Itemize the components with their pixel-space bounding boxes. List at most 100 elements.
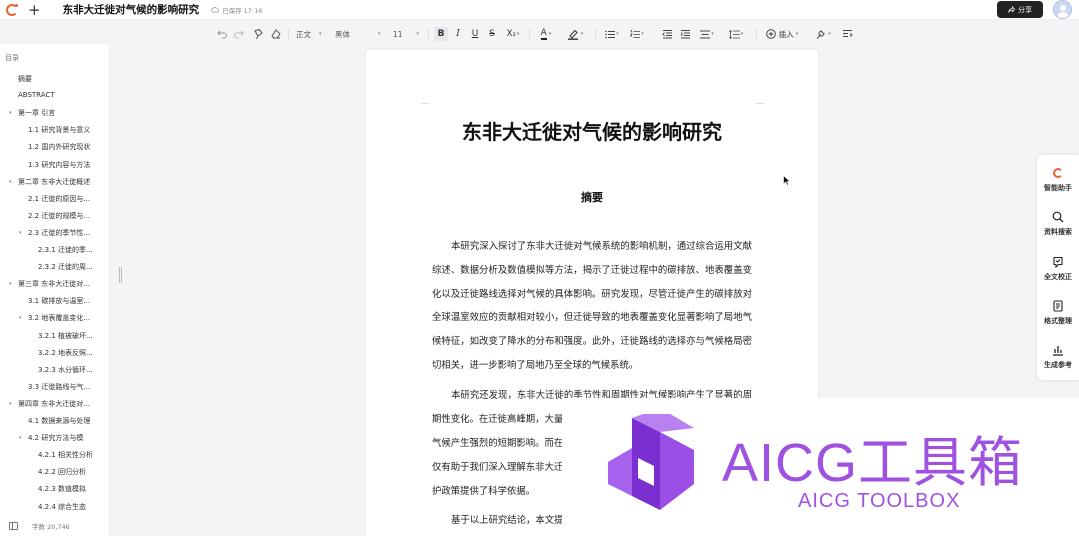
toc-item[interactable]: 第三章 东非大迁徙对... <box>18 279 90 289</box>
toc-item-label: 3.1 碳排放与温室... <box>28 297 91 306</box>
italic-icon[interactable]: I <box>452 27 464 41</box>
abstract-paragraph-1[interactable]: 本研究深入探讨了东非大迁徙对气候系统的影响机制，通过综合运用文献综述、数据分析及… <box>432 235 752 378</box>
toc-item[interactable]: 4.2.2 回归分析 <box>38 467 86 477</box>
font-color-icon[interactable]: A ▾ <box>536 27 556 41</box>
document-title[interactable]: 东非大迁徙对气候的影响研究 <box>63 2 200 17</box>
app-logo-icon[interactable] <box>6 3 18 16</box>
toc-item[interactable]: 3.2.2 地表反照... <box>38 348 93 358</box>
toc-item[interactable]: 1.3 研究内容与方法 <box>28 160 90 170</box>
toc-heading: 目录 <box>5 54 19 62</box>
toc-collapse-icon[interactable]: ▾ <box>19 435 22 441</box>
rail-item-label: 全文校正 <box>1044 273 1072 281</box>
sidebar-toggle-icon[interactable] <box>9 522 18 530</box>
toc-item[interactable]: 第四章 东非大迁徙对... <box>18 399 90 409</box>
toc-item-label: 3.3 迁徙路线与气... <box>28 382 91 391</box>
toc-collapse-icon[interactable]: ▾ <box>9 110 12 116</box>
rail-item-label: 智能助手 <box>1044 184 1072 192</box>
toc-item[interactable]: 3.2 地表覆盖变化... <box>28 313 90 323</box>
document-heading[interactable]: 东非大迁徙对气候的影响研究 <box>366 116 818 145</box>
paragraph-style-value: 正文 <box>296 29 311 39</box>
toc-item[interactable]: 第二章 东非大迁徙概述 <box>18 177 90 187</box>
clear-format-icon[interactable] <box>270 27 282 41</box>
toc-item[interactable]: 4.1 数据来源与处理 <box>28 416 90 426</box>
share-icon <box>1008 6 1015 13</box>
proofread-icon <box>1053 256 1063 268</box>
banner-subtitle: AICG TOOLBOX <box>798 490 961 512</box>
redo-icon[interactable] <box>233 27 245 41</box>
format-toolbar: 正文 ▾ 黑体 ▾ 11 ▾ B I U S X₂ ▾ A ▾ ▾ ▾ ▾ ▾ ▾ 插入 ▾… <box>0 24 1079 44</box>
toc-item[interactable]: ABSTRACT <box>18 91 55 99</box>
sidebar-footer: 字数 20,746 <box>0 516 110 536</box>
toc-item[interactable]: 3.2.3 水分循环... <box>38 365 93 375</box>
margin-mark <box>756 103 764 104</box>
toc-item[interactable]: 2.2 迁徙的规模与... <box>28 211 90 221</box>
toc-item-label: 2.3 迁徙的季节性... <box>28 228 91 237</box>
toc-collapse-icon[interactable]: ▾ <box>9 401 12 407</box>
bold-icon[interactable]: B <box>434 27 448 41</box>
banner-title: AICG工具箱 <box>722 433 1024 493</box>
toc-item[interactable]: 1.2 国内外研究现状 <box>28 142 90 152</box>
save-status-text: 已保存 17:16 <box>222 6 263 15</box>
toc-collapse-icon[interactable]: ▾ <box>9 179 12 185</box>
plus-circle-icon <box>765 29 776 39</box>
outline-toggle-icon[interactable] <box>842 27 853 41</box>
toc-item-label: 4.2.4 综合生态 <box>38 502 87 511</box>
abstract-heading[interactable]: 摘要 <box>366 189 818 205</box>
toc-item[interactable]: 4.2.4 综合生态 <box>38 502 86 512</box>
toolbar-divider <box>529 29 530 39</box>
toc-item[interactable]: 2.3 迁徙的季节性... <box>28 228 90 238</box>
toc-collapse-icon[interactable]: ▾ <box>19 315 22 321</box>
line-spacing-icon[interactable]: ▾ <box>726 27 746 41</box>
format-painter-icon[interactable] <box>252 27 264 41</box>
new-document-button[interactable]: + <box>28 2 41 17</box>
toc-collapse-icon[interactable]: ▾ <box>9 281 12 287</box>
rail-item-search[interactable]: 资料搜索 <box>1037 211 1079 237</box>
toc-item[interactable]: 2.3.1 迁徙的季... <box>38 245 93 255</box>
highlight-icon[interactable]: ▾ <box>564 27 586 41</box>
toc-item[interactable]: 2.1 迁徙的原因与... <box>28 194 90 204</box>
undo-icon[interactable] <box>216 27 228 41</box>
top-bar: + 东非大迁徙对气候的影响研究 已保存 17:16 分享 <box>0 0 1079 20</box>
outdent-icon[interactable] <box>662 27 673 41</box>
toc-item-label: 摘要 <box>18 75 32 83</box>
toc-item-label: 4.2.2 回归分析 <box>38 468 87 477</box>
strikethrough-icon[interactable]: S <box>486 27 498 41</box>
toc-item[interactable]: 3.1 碳排放与温室... <box>28 296 90 306</box>
rail-item-label: 格式整理 <box>1044 317 1072 325</box>
wrench-icon <box>816 29 825 39</box>
font-family-select[interactable]: 黑体 ▾ <box>335 27 385 41</box>
user-avatar[interactable] <box>1053 0 1072 19</box>
rail-item-assistant[interactable]: 智能助手 <box>1037 167 1079 193</box>
share-button[interactable]: 分享 <box>997 1 1043 18</box>
toc-item-label: 1.3 研究内容与方法 <box>28 160 91 169</box>
insert-menu-button[interactable]: 插入 ▾ <box>764 27 800 41</box>
toc-item[interactable]: 2.3.2 迁徙的周... <box>38 262 93 272</box>
toc-item-label: 4.1 数据来源与处理 <box>28 417 91 425</box>
tools-menu-button[interactable]: ▾ <box>812 27 834 41</box>
toc-item[interactable]: 摘要 <box>18 74 32 84</box>
toc-item[interactable]: 3.2.1 植被破坏... <box>38 331 93 341</box>
font-size-select[interactable]: 11 ▾ <box>393 27 425 41</box>
indent-icon[interactable] <box>680 27 691 41</box>
toc-collapse-icon[interactable]: ▾ <box>19 230 22 236</box>
paragraph-style-select[interactable]: 正文 ▾ <box>296 27 326 41</box>
toc-item[interactable]: 3.3 迁徙路线与气... <box>28 382 90 392</box>
subscript-icon[interactable]: X₂ ▾ <box>504 27 522 41</box>
underline-icon[interactable]: U <box>469 27 481 41</box>
assistant-icon <box>1052 167 1064 179</box>
word-count: 字数 20,746 <box>32 523 70 531</box>
bullet-list-icon[interactable]: ▾ <box>603 27 621 41</box>
toc-item[interactable]: 1.1 研究背景与意义 <box>28 125 90 135</box>
toc-item[interactable]: 4.2.3 数值模拟 <box>38 484 86 494</box>
numbered-list-icon[interactable]: ▾ <box>628 27 646 41</box>
sidebar-resize-handle[interactable] <box>119 267 122 283</box>
toc-item[interactable]: 4.2 研究方法与模 <box>28 433 83 443</box>
rail-item-reference[interactable]: 生成参考 <box>1037 344 1079 370</box>
toc-item[interactable]: 4.2.1 相关性分析 <box>38 450 93 460</box>
rail-item-format[interactable]: 格式整理 <box>1037 300 1079 326</box>
toc-item-label: 3.2.3 水分循环... <box>38 365 93 374</box>
toc-item[interactable]: 第一章 引言 <box>18 108 55 118</box>
align-icon[interactable]: ▾ <box>698 27 716 41</box>
rail-item-proofread[interactable]: 全文校正 <box>1037 256 1079 282</box>
toc-item-label: 2.1 迁徙的原因与... <box>28 194 91 203</box>
